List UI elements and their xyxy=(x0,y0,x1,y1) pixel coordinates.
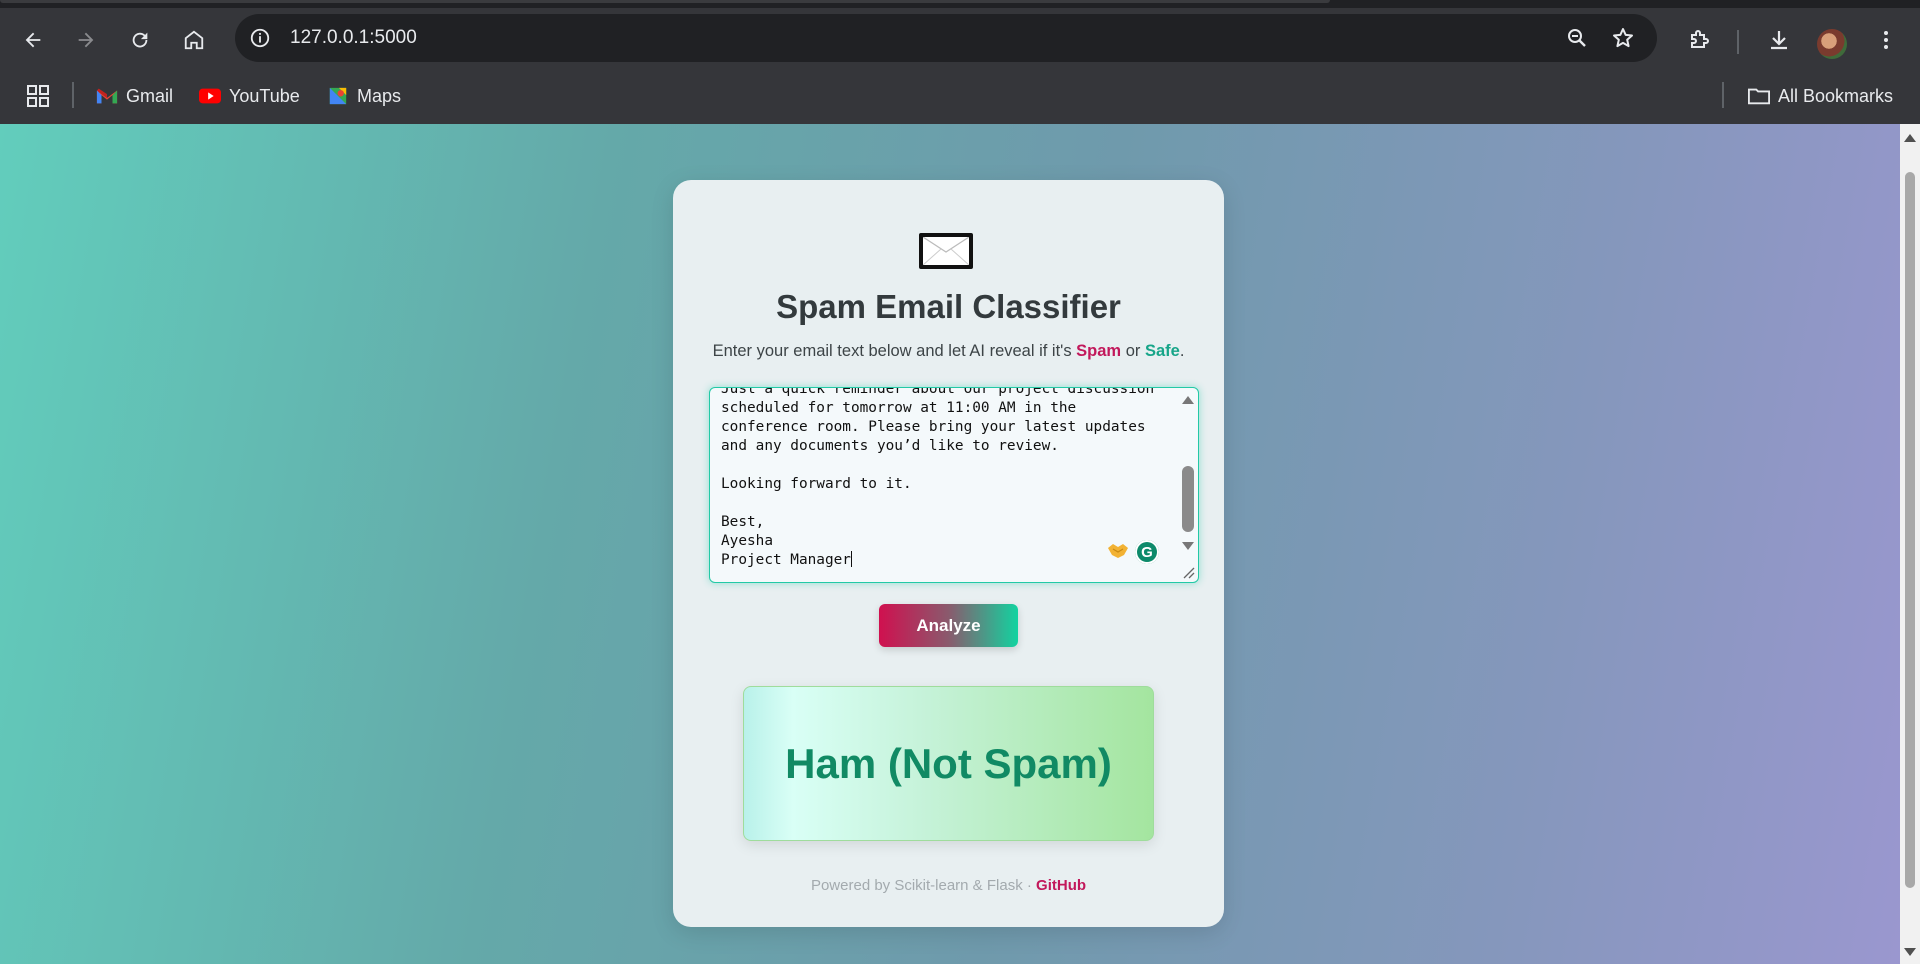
youtube-icon xyxy=(199,88,221,104)
bookmark-label: YouTube xyxy=(229,85,300,106)
footer: Powered by Scikit-learn & Flask · GitHub xyxy=(673,877,1224,894)
scroll-up-arrow[interactable] xyxy=(1182,396,1194,404)
text-caret xyxy=(850,551,852,567)
email-line: scheduled for tomorrow at 11:00 AM in th… xyxy=(721,400,1077,416)
all-bookmarks-label: All Bookmarks xyxy=(1778,85,1894,106)
github-link[interactable]: GitHub xyxy=(1036,877,1086,894)
grammarly-icon[interactable]: G xyxy=(1135,540,1159,564)
email-line: conference room. Please bring your lates… xyxy=(721,419,1146,435)
all-bookmarks-button[interactable]: All Bookmarks xyxy=(1748,82,1893,110)
page-title: Spam Email Classifier xyxy=(776,288,1121,325)
back-button[interactable] xyxy=(15,22,51,58)
bookmark-label: Maps xyxy=(357,85,402,106)
download-icon xyxy=(1771,31,1787,50)
page-scroll-up[interactable] xyxy=(1904,134,1916,142)
bookmarks-bar: Gmail YouTube Maps All Bookmarks xyxy=(0,68,1920,124)
bookmark-label: Gmail xyxy=(126,85,174,106)
profile-avatar[interactable] xyxy=(1817,29,1847,59)
subtitle: Enter your email text below and let AI r… xyxy=(673,342,1224,361)
result-label: Ham (Not Spam) xyxy=(785,739,1112,787)
browser-toolbar: 127.0.0.1:5000 xyxy=(0,8,1920,68)
textarea-scrollbar[interactable] xyxy=(1180,390,1196,576)
email-line xyxy=(721,494,1161,513)
result-box: Ham (Not Spam) xyxy=(743,686,1154,841)
email-line: Project Manager xyxy=(721,552,851,568)
address-bar[interactable]: 127.0.0.1:5000 xyxy=(235,14,1657,62)
bookmark-youtube[interactable]: YouTube xyxy=(199,82,300,110)
apps-grid-icon xyxy=(27,85,49,107)
zoom-icon[interactable] xyxy=(1565,26,1589,50)
resize-handle-icon[interactable] xyxy=(1180,564,1196,580)
arrow-right-icon xyxy=(78,32,94,48)
subtitle-or: or xyxy=(1121,342,1145,360)
info-icon[interactable] xyxy=(249,27,271,49)
scroll-thumb[interactable] xyxy=(1182,466,1194,532)
tab-strip xyxy=(0,0,1920,8)
spam-label: Spam xyxy=(1076,342,1122,360)
folder-icon xyxy=(1748,88,1770,105)
bookmark-maps[interactable]: Maps xyxy=(327,82,401,110)
url-text[interactable]: 127.0.0.1:5000 xyxy=(290,27,417,49)
arrow-left-icon xyxy=(25,32,41,48)
home-button[interactable] xyxy=(176,22,212,58)
forward-button[interactable] xyxy=(68,22,104,58)
email-line: Just a quick reminder about our project … xyxy=(721,387,1155,397)
tab-indicator xyxy=(0,0,1330,3)
email-textarea[interactable]: Just a quick reminder about our project … xyxy=(709,387,1199,583)
subtitle-text: Enter your email text below and let AI r… xyxy=(712,342,1077,360)
downloads-button[interactable] xyxy=(1761,22,1797,58)
envelope-icon xyxy=(919,233,973,269)
gmail-icon xyxy=(96,88,118,104)
footer-text: Powered by Scikit-learn & Flask · xyxy=(810,877,1037,894)
more-vert-icon xyxy=(1884,31,1888,49)
email-line: Ayesha xyxy=(721,533,773,549)
email-line: and any documents you’d like to review. xyxy=(721,438,1059,454)
page-scroll-thumb[interactable] xyxy=(1905,172,1915,888)
bookmark-star-icon[interactable] xyxy=(1611,26,1635,50)
email-line-last: Project Manager xyxy=(721,551,1161,570)
menu-button[interactable] xyxy=(1868,22,1904,58)
email-line xyxy=(721,456,1161,475)
scroll-down-arrow[interactable] xyxy=(1182,542,1194,550)
bookmark-gmail[interactable]: Gmail xyxy=(96,82,173,110)
page-viewport: Spam Email Classifier Enter your email t… xyxy=(0,124,1900,964)
maps-icon xyxy=(329,87,347,105)
bookmarks-divider xyxy=(1722,82,1724,108)
home-icon xyxy=(184,30,204,50)
subtitle-end: . xyxy=(1179,342,1185,360)
safe-label: Safe xyxy=(1144,342,1180,360)
page-scroll-down[interactable] xyxy=(1904,948,1916,956)
analyze-button[interactable]: Analyze xyxy=(879,604,1018,647)
puzzle-icon xyxy=(1691,30,1709,48)
page-scrollbar[interactable] xyxy=(1900,124,1920,964)
bookmarks-divider xyxy=(72,82,74,108)
email-line: Looking forward to it. xyxy=(721,476,912,492)
reload-icon xyxy=(132,32,148,48)
email-text[interactable]: Just a quick reminder about our project … xyxy=(721,387,1161,570)
email-line: Best, xyxy=(721,514,765,530)
apps-button[interactable] xyxy=(26,82,58,110)
toolbar-divider xyxy=(1737,30,1739,54)
extensions-button[interactable] xyxy=(1681,22,1717,58)
handshake-emoji-icon[interactable] xyxy=(1107,540,1129,560)
reload-button[interactable] xyxy=(122,22,158,58)
classifier-card: Spam Email Classifier Enter your email t… xyxy=(673,180,1224,927)
